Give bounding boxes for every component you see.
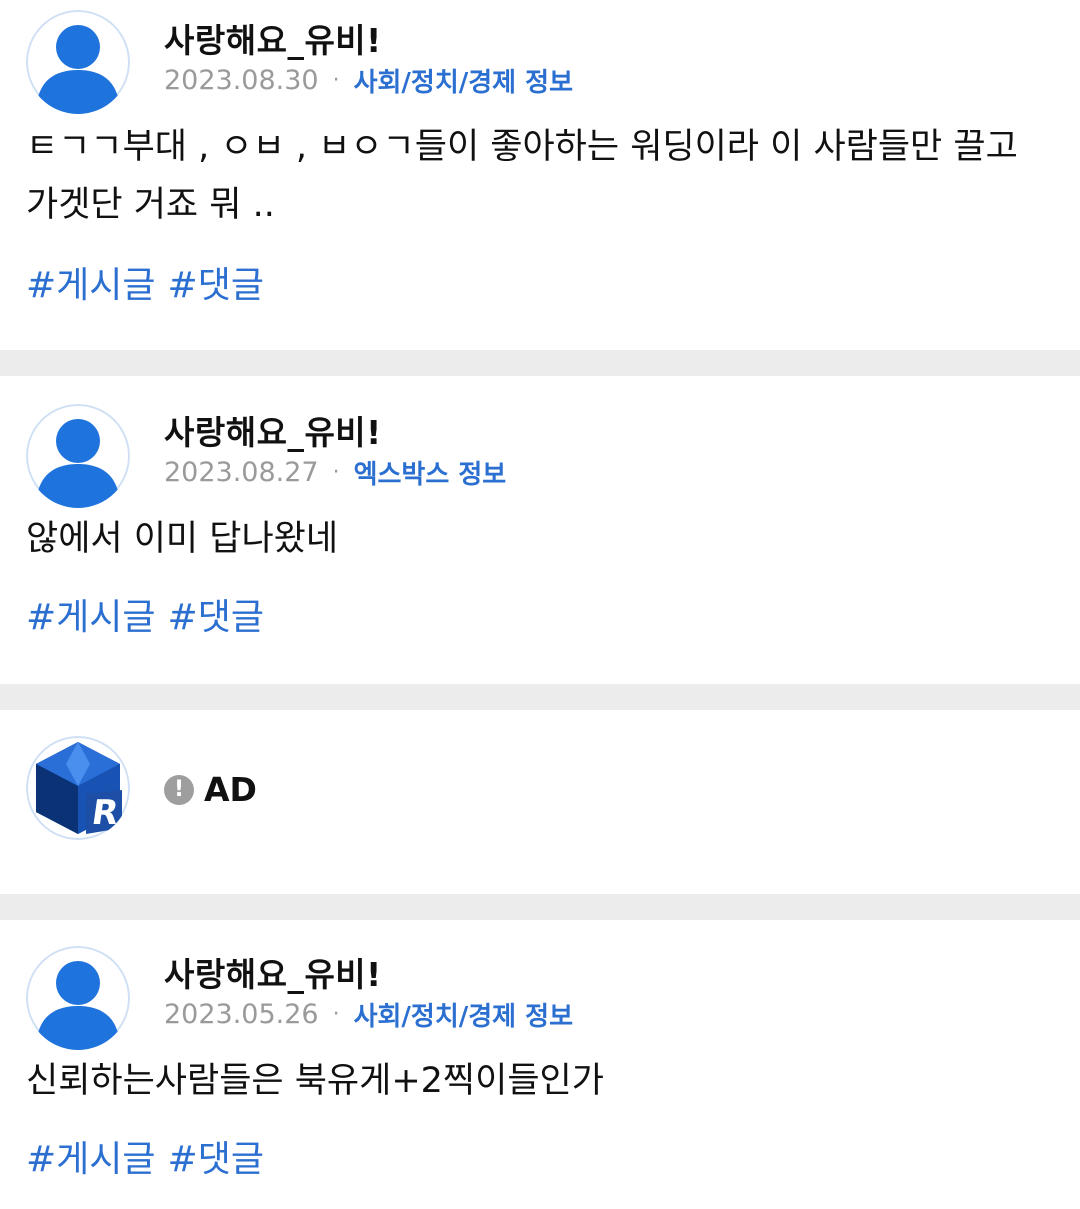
tag-comment[interactable]: #댓글 [168, 256, 264, 308]
tag-list: #게시글 #댓글 [26, 588, 264, 640]
category-link[interactable]: 사회/정치/경제 정보 [354, 62, 573, 99]
post-card[interactable]: 사랑해요_유비! 2023.08.30 · 사회/정치/경제 정보 ㅌㄱㄱ부대 … [0, 0, 1080, 350]
tag-post[interactable]: #게시글 [26, 256, 156, 308]
avatar[interactable] [26, 404, 130, 508]
post-date: 2023.05.26 [164, 998, 319, 1030]
user-silhouette-icon [26, 946, 130, 1050]
category-link[interactable]: 엑스박스 정보 [354, 454, 507, 491]
post-date: 2023.08.27 [164, 456, 319, 488]
post-meta: 2023.08.27 · 엑스박스 정보 [164, 454, 506, 490]
ad-label: AD [204, 770, 257, 809]
category-link[interactable]: 사회/정치/경제 정보 [354, 996, 573, 1033]
author-name[interactable]: 사랑해요_유비! [164, 14, 382, 62]
tag-list: #게시글 #댓글 [26, 256, 264, 308]
tag-comment[interactable]: #댓글 [168, 1130, 264, 1182]
author-name[interactable]: 사랑해요_유비! [164, 406, 382, 454]
ad-header: ! AD [164, 770, 257, 809]
post-card[interactable]: 사랑해요_유비! 2023.08.27 · 엑스박스 정보 않에서 이미 답나왔… [0, 376, 1080, 684]
ad-card[interactable]: R ! AD [0, 710, 1080, 894]
card-divider [0, 894, 1080, 920]
tag-post[interactable]: #게시글 [26, 588, 156, 640]
post-meta: 2023.08.30 · 사회/정치/경제 정보 [164, 62, 573, 98]
user-silhouette-icon [26, 404, 130, 508]
ad-logo-letter: R [89, 793, 121, 833]
post-card[interactable]: 사랑해요_유비! 2023.05.26 · 사회/정치/경제 정보 신뢰하는사람… [0, 920, 1080, 1209]
ad-logo[interactable]: R [26, 736, 130, 840]
avatar[interactable] [26, 10, 130, 114]
post-date: 2023.08.30 [164, 64, 319, 96]
card-divider [0, 350, 1080, 376]
avatar[interactable] [26, 946, 130, 1050]
post-body[interactable]: ㅌㄱㄱ부대 , ㅇㅂ , ㅂㅇㄱ들이 좋아하는 워딩이라 이 사람들만 끌고 가… [26, 118, 1056, 234]
user-silhouette-icon [26, 10, 130, 114]
post-feed: 사랑해요_유비! 2023.08.30 · 사회/정치/경제 정보 ㅌㄱㄱ부대 … [0, 0, 1080, 1209]
post-body[interactable]: 않에서 이미 답나왔네 [26, 510, 1056, 568]
meta-separator: · [332, 67, 340, 93]
post-meta: 2023.05.26 · 사회/정치/경제 정보 [164, 996, 573, 1032]
post-body[interactable]: 신뢰하는사람들은 북유게+2찍이들인가 [26, 1052, 1056, 1110]
author-name[interactable]: 사랑해요_유비! [164, 948, 382, 996]
tag-post[interactable]: #게시글 [26, 1130, 156, 1182]
card-divider [0, 684, 1080, 710]
cube-r-logo-icon: R [26, 736, 130, 840]
exclamation-icon[interactable]: ! [164, 774, 194, 805]
meta-separator: · [332, 459, 340, 485]
tag-comment[interactable]: #댓글 [168, 588, 264, 640]
tag-list: #게시글 #댓글 [26, 1130, 264, 1182]
meta-separator: · [332, 1001, 340, 1027]
